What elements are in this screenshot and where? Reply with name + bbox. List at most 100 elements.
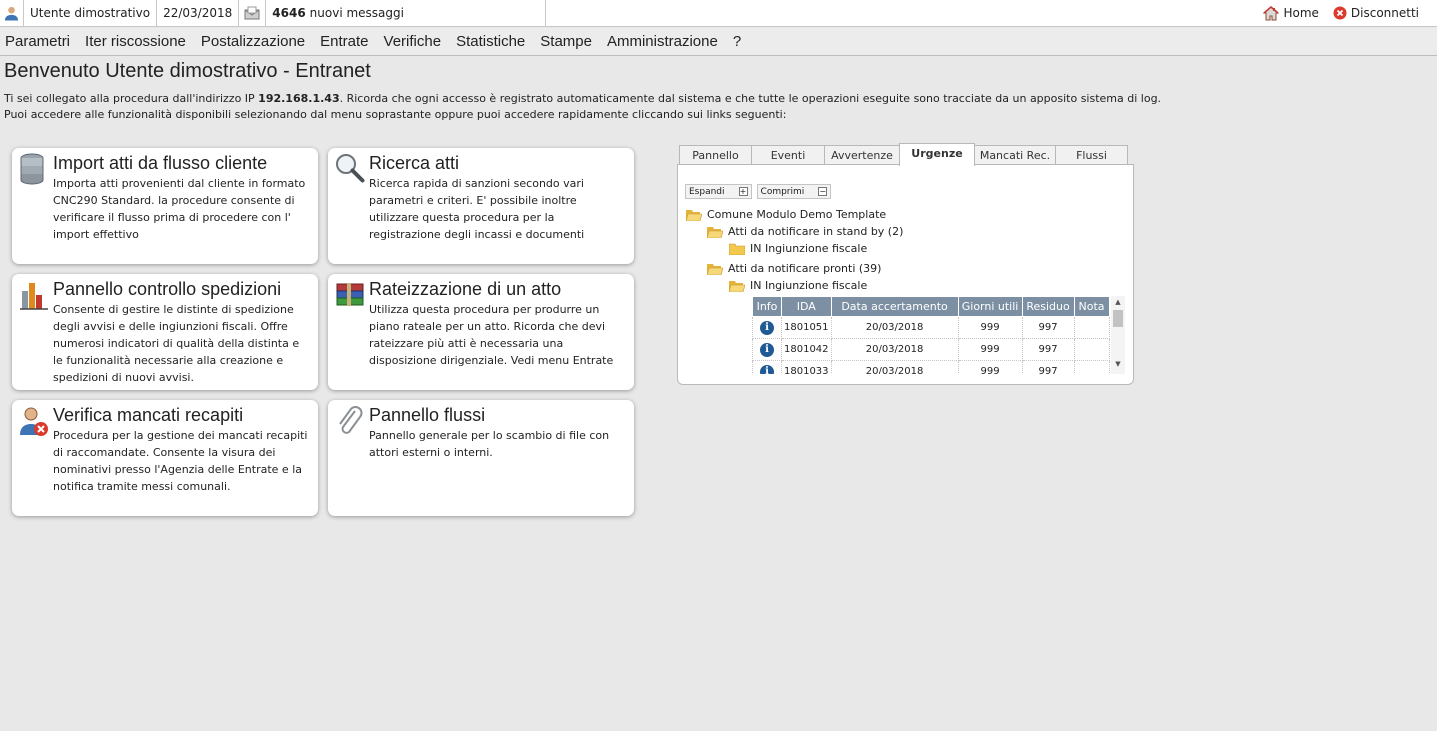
tab-eventi[interactable]: Eventi (751, 145, 825, 165)
tree-node-pronti[interactable]: Atti da notificare pronti (39) (707, 262, 881, 275)
magnifier-icon (336, 154, 365, 183)
close-circle-icon (1333, 6, 1347, 20)
tree-node-label: Atti da notificare pronti (39) (728, 262, 882, 275)
card-pannello-flussi[interactable]: Pannello flussi Pannello generale per lo… (328, 400, 634, 516)
tab-pannello[interactable]: Pannello (679, 145, 752, 165)
column-header[interactable]: Info (752, 296, 782, 317)
table-cell: 1801051 (781, 316, 832, 339)
table-cell: 997 (1021, 316, 1075, 339)
urgenze-panel: Espandi + Comprimi − Comune Modulo Demo … (677, 164, 1134, 385)
column-header[interactable]: Residuo (1021, 296, 1075, 317)
menu-stampe[interactable]: Stampe (540, 33, 592, 50)
table-scrollbar[interactable]: ▲ ▼ (1111, 296, 1125, 374)
tab-flussi[interactable]: Flussi (1055, 145, 1128, 165)
home-link[interactable]: Home (1263, 5, 1319, 21)
scroll-up-icon[interactable]: ▲ (1111, 296, 1125, 308)
table-row[interactable]: i 1801033 20/03/2018 999 997 (752, 360, 1110, 374)
tree-root[interactable]: Comune Modulo Demo Template (686, 208, 886, 221)
tab-mancati-rec[interactable]: Mancati Rec. (974, 145, 1056, 165)
tab-urgenze[interactable]: Urgenze (899, 143, 975, 166)
user-icon (0, 0, 24, 26)
mail-icon[interactable] (239, 0, 267, 26)
user-error-icon (20, 407, 48, 436)
bar-chart-icon (20, 283, 48, 310)
folder-open-icon (707, 226, 723, 238)
page-title: Benvenuto Utente dimostrativo - Entranet (4, 60, 371, 82)
menu-amministrazione[interactable]: Amministrazione (607, 33, 718, 50)
info-icon[interactable]: i (760, 342, 774, 357)
info-cell[interactable]: i (752, 338, 782, 361)
table-cell: 1801042 (781, 338, 832, 361)
tab-avvertenze[interactable]: Avvertenze (824, 145, 900, 165)
minus-icon: − (818, 187, 828, 196)
column-header[interactable]: Giorni utili (957, 296, 1023, 317)
tree-node-standby[interactable]: Atti da notificare in stand by (2) (707, 225, 903, 238)
collapse-button[interactable]: Comprimi − (756, 184, 832, 199)
menu-help[interactable]: ? (733, 33, 741, 50)
info-icon[interactable]: i (760, 364, 774, 374)
info-icon[interactable]: i (760, 320, 774, 335)
table-row[interactable]: i 1801042 20/03/2018 999 997 (752, 338, 1110, 361)
card-desc: Consente di gestire le distinte di spedi… (53, 303, 300, 384)
tree-root-label: Comune Modulo Demo Template (707, 208, 887, 221)
table-cell: 997 (1021, 338, 1075, 361)
card-desc: Pannello generale per lo scambio di file… (369, 429, 610, 459)
folder-open-icon (686, 209, 702, 221)
intro-text: Ti sei collegato alla procedura dall'ind… (4, 91, 1161, 123)
column-header[interactable]: Data accertamento (830, 296, 959, 317)
folder-open-icon (729, 280, 745, 292)
messages-label: nuovi messaggi (309, 6, 404, 20)
intro-line-1-post: . Ricorda che ogni accesso è registrato … (339, 92, 1162, 105)
home-label: Home (1283, 6, 1319, 20)
card-pannello-spedizioni[interactable]: Pannello controllo spedizioni Consente d… (12, 274, 318, 390)
tree-leaf-label: IN Ingiunzione fiscale (750, 242, 868, 255)
table-cell: 20/03/2018 (830, 338, 959, 361)
info-cell[interactable]: i (752, 360, 782, 374)
expand-label: Espandi (689, 186, 725, 197)
card-title: Import atti da flusso cliente (53, 153, 268, 173)
table-cell: 20/03/2018 (830, 360, 959, 374)
table-cell: 1801033 (781, 360, 832, 374)
card-import-atti[interactable]: Import atti da flusso cliente Importa at… (12, 148, 318, 264)
expand-button[interactable]: Espandi + (685, 184, 752, 199)
scroll-down-icon[interactable]: ▼ (1111, 358, 1125, 370)
tree-node-label: Atti da notificare in stand by (2) (728, 225, 904, 238)
menu-entrate[interactable]: Entrate (320, 33, 368, 50)
menu-statistiche[interactable]: Statistiche (456, 33, 525, 50)
info-cell[interactable]: i (752, 316, 782, 339)
card-title: Pannello flussi (369, 405, 486, 425)
logout-link[interactable]: Disconnetti (1333, 6, 1419, 20)
card-rateizzazione[interactable]: Rateizzazione di un atto Utilizza questa… (328, 274, 634, 390)
menu-postalizzazione[interactable]: Postalizzazione (201, 33, 305, 50)
card-ricerca-atti[interactable]: Ricerca atti Ricerca rapida di sanzioni … (328, 148, 634, 264)
table-row[interactable]: i 1801051 20/03/2018 999 997 (752, 316, 1110, 339)
card-title: Ricerca atti (369, 153, 460, 173)
menu-iter-riscossione[interactable]: Iter riscossione (85, 33, 186, 50)
card-mancati-recapiti[interactable]: Verifica mancati recapiti Procedura per … (12, 400, 318, 516)
database-icon (20, 153, 44, 185)
folder-open-icon (707, 263, 723, 275)
column-header[interactable]: Nota (1073, 296, 1110, 317)
intro-line-1-pre: Ti sei collegato alla procedura dall'ind… (4, 92, 259, 105)
paperclip-icon (339, 406, 363, 434)
card-desc: Ricerca rapida di sanzioni secondo vari … (369, 177, 585, 241)
messages-link[interactable]: 4646 nuovi messaggi (266, 0, 547, 26)
scroll-thumb[interactable] (1113, 310, 1123, 327)
column-header[interactable]: IDA (781, 296, 832, 317)
ip-address: 192.168.1.43 (258, 92, 340, 105)
menu-parametri[interactable]: Parametri (5, 33, 70, 50)
table-cell (1073, 360, 1110, 374)
card-title: Rateizzazione di un atto (369, 279, 562, 299)
menu-verifiche[interactable]: Verifiche (384, 33, 442, 50)
table-cell: 20/03/2018 (830, 316, 959, 339)
folder-icon (729, 243, 745, 255)
tree-leaf-ingiunzione-2[interactable]: IN Ingiunzione fiscale (729, 279, 867, 292)
table-cell: 999 (957, 338, 1023, 361)
table-cell: 999 (957, 316, 1023, 339)
tree-leaf-ingiunzione-1[interactable]: IN Ingiunzione fiscale (729, 242, 867, 255)
table-cell: 997 (1021, 360, 1075, 374)
tree-leaf-label: IN Ingiunzione fiscale (750, 279, 868, 292)
home-icon (1263, 5, 1280, 20)
main-menu: Parametri Iter riscossione Postalizzazio… (0, 28, 1437, 56)
top-bar: Utente dimostrativo 22/03/2018 4646 nuov… (0, 0, 1437, 27)
